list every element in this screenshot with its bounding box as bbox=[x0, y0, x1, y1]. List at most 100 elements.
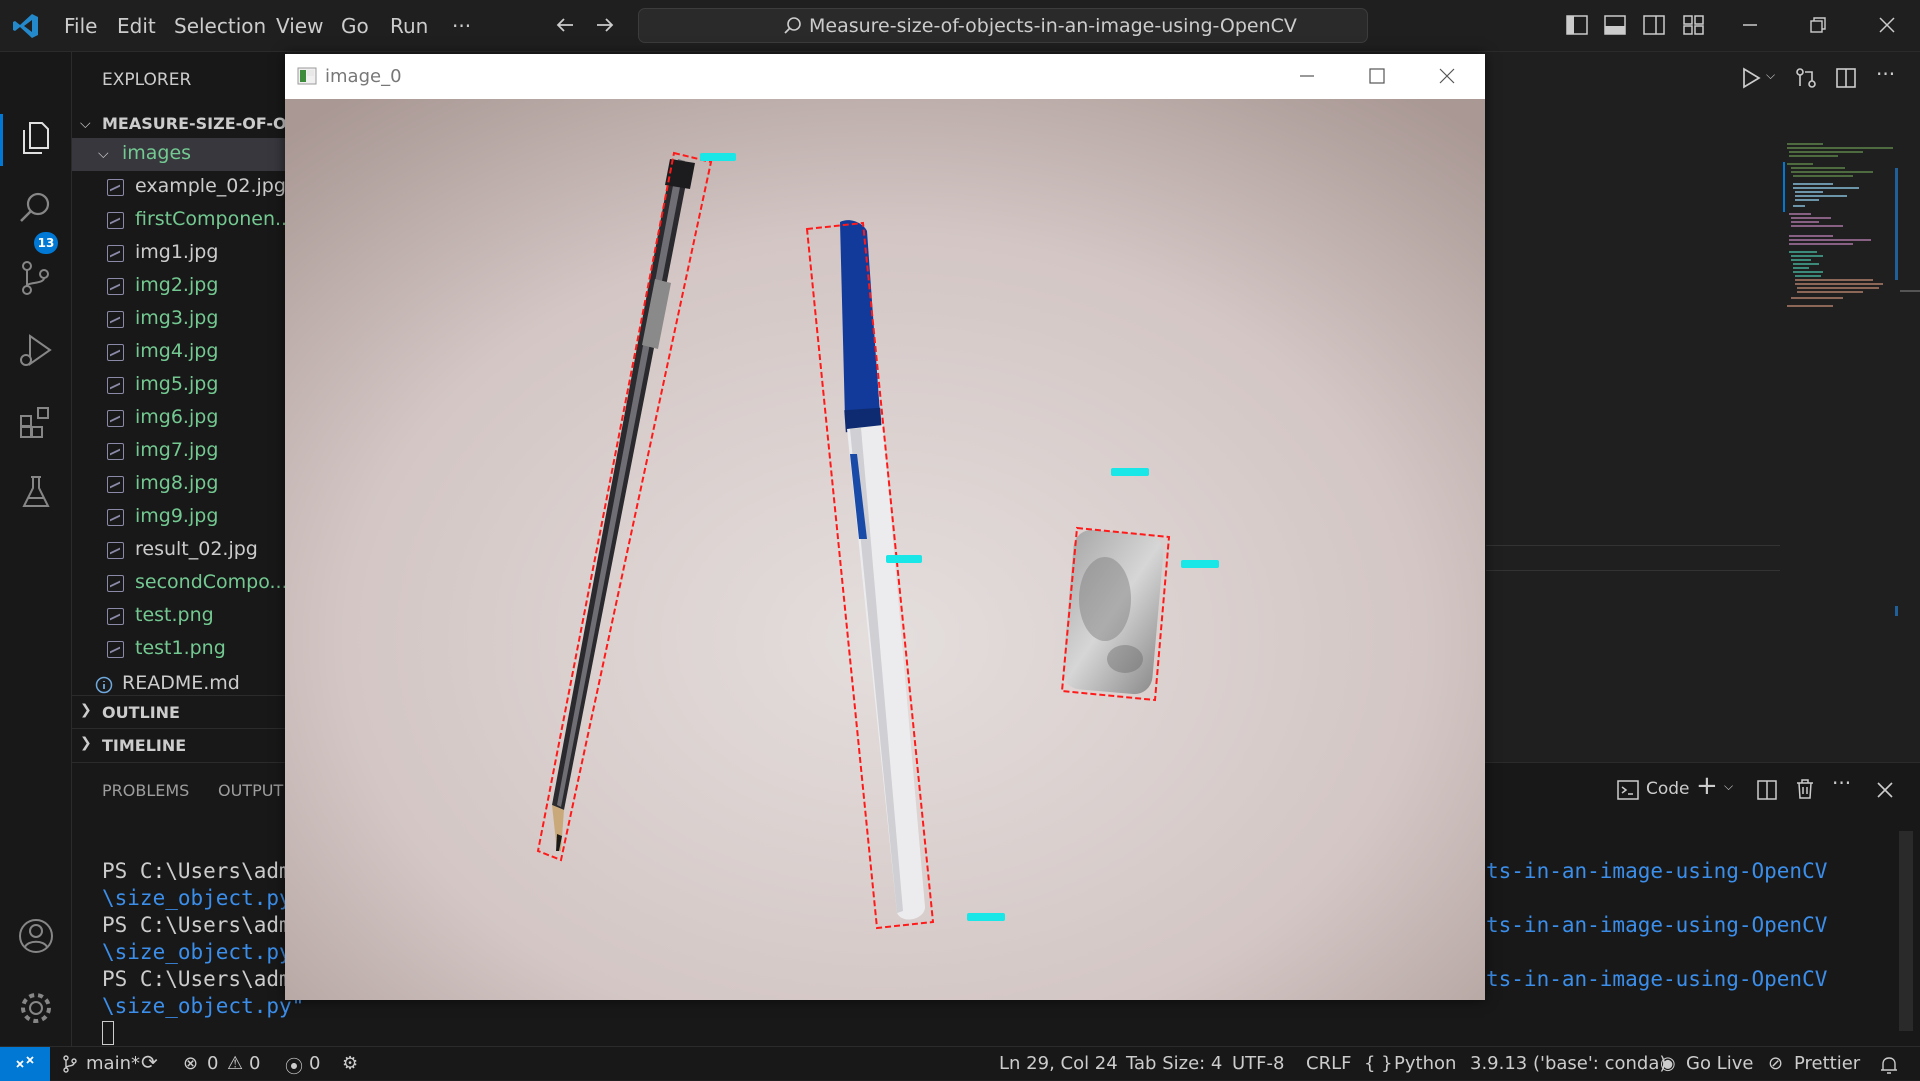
scrollbar-marker bbox=[1895, 606, 1898, 616]
menu-run[interactable]: Run bbox=[390, 14, 428, 38]
run-python-file-icon[interactable] bbox=[1740, 66, 1762, 90]
chevron-down-icon: ⌵ bbox=[80, 116, 91, 132]
cursor-position[interactable]: Ln 29, Col 24 bbox=[999, 1053, 1118, 1074]
trash-icon[interactable] bbox=[1794, 778, 1816, 800]
file-item[interactable]: img1.jpg bbox=[72, 237, 287, 270]
braces-icon: { } bbox=[1364, 1053, 1393, 1074]
toggle-primary-sidebar-icon[interactable] bbox=[1565, 14, 1589, 36]
file-item-label: firstComponen... bbox=[135, 208, 294, 230]
folder-images[interactable]: ⌵ images bbox=[72, 138, 287, 171]
file-item[interactable]: img5.jpg bbox=[72, 369, 287, 402]
line-ending[interactable]: CRLF bbox=[1306, 1053, 1351, 1074]
file-item[interactable]: img7.jpg bbox=[72, 435, 287, 468]
command-center-search[interactable]: Measure-size-of-objects-in-an-image-usin… bbox=[638, 8, 1368, 43]
opencv-image-window[interactable]: image_0 bbox=[285, 54, 1485, 1000]
file-item-label: img8.jpg bbox=[135, 472, 219, 494]
file-item[interactable]: img6.jpg bbox=[72, 402, 287, 435]
back-arrow-icon[interactable] bbox=[554, 14, 576, 36]
menu-more[interactable]: ··· bbox=[452, 14, 471, 38]
chevron-down-icon[interactable]: ⌵ bbox=[1766, 68, 1775, 83]
close-panel-icon[interactable] bbox=[1875, 780, 1895, 800]
file-item[interactable]: img2.jpg bbox=[72, 270, 287, 303]
extensions-icon[interactable] bbox=[16, 402, 56, 442]
file-item[interactable]: result_02.jpg bbox=[72, 534, 287, 567]
warning-count[interactable]: 0 bbox=[249, 1053, 260, 1074]
command-center-text: Measure-size-of-objects-in-an-image-usin… bbox=[809, 15, 1297, 37]
file-item[interactable]: img3.jpg bbox=[72, 303, 287, 336]
workspace-root[interactable]: ⌵ MEASURE-SIZE-OF-OBJ bbox=[72, 108, 305, 141]
search-view-icon[interactable] bbox=[16, 188, 56, 228]
tab-output[interactable]: OUTPUT bbox=[218, 781, 283, 800]
readme-label: README.md bbox=[122, 672, 240, 694]
source-control-icon[interactable] bbox=[16, 258, 56, 298]
more-actions-icon[interactable]: ··· bbox=[1876, 62, 1895, 86]
customize-layout-icon[interactable] bbox=[1682, 14, 1706, 36]
encoding[interactable]: UTF-8 bbox=[1232, 1053, 1284, 1074]
restore-icon[interactable] bbox=[1806, 14, 1830, 36]
menu-edit[interactable]: Edit bbox=[117, 14, 156, 38]
timeline-section[interactable]: ❯ TIMELINE bbox=[72, 728, 287, 761]
toggle-panel-icon[interactable] bbox=[1603, 14, 1627, 36]
menu-view[interactable]: View bbox=[276, 14, 323, 38]
notifications-bell-icon[interactable] bbox=[1880, 1055, 1898, 1075]
close-icon[interactable] bbox=[1437, 66, 1457, 86]
file-item[interactable]: secondCompo... bbox=[72, 567, 288, 600]
open-changes-icon[interactable] bbox=[1794, 66, 1818, 90]
image-file-icon bbox=[107, 179, 124, 196]
split-editor-icon[interactable] bbox=[1834, 66, 1858, 90]
testing-flask-icon[interactable] bbox=[16, 472, 56, 512]
split-terminal-icon[interactable] bbox=[1756, 779, 1778, 801]
minimap[interactable] bbox=[1783, 140, 1898, 315]
file-item[interactable]: test1.png bbox=[72, 633, 287, 666]
terminal-scrollbar[interactable] bbox=[1899, 831, 1913, 1031]
language-mode[interactable]: Python bbox=[1394, 1053, 1456, 1074]
maximize-icon[interactable] bbox=[1367, 66, 1387, 86]
settings-gear-icon[interactable] bbox=[16, 988, 56, 1028]
ports-count[interactable]: 0 bbox=[309, 1053, 320, 1074]
image-file-icon bbox=[107, 542, 124, 559]
file-item-label: img6.jpg bbox=[135, 406, 219, 428]
accounts-icon[interactable] bbox=[16, 916, 56, 956]
menu-selection[interactable]: Selection bbox=[174, 14, 266, 38]
tab-size[interactable]: Tab Size: 4 bbox=[1126, 1053, 1222, 1074]
minimize-icon[interactable] bbox=[1297, 66, 1317, 86]
file-item[interactable]: img4.jpg bbox=[72, 336, 287, 369]
terminal-line: ts-in-an-image-using-OpenCV bbox=[1486, 913, 1828, 937]
more-actions-icon[interactable]: ··· bbox=[1832, 771, 1851, 795]
branch-icon bbox=[63, 1055, 77, 1073]
explorer-icon[interactable] bbox=[16, 118, 56, 158]
file-item[interactable]: example_02.jpg bbox=[72, 171, 287, 204]
outline-section[interactable]: ❯ OUTLINE bbox=[72, 695, 287, 728]
branch-name[interactable]: main* bbox=[86, 1053, 140, 1074]
go-live[interactable]: Go Live bbox=[1686, 1053, 1753, 1074]
close-window-icon[interactable] bbox=[1875, 14, 1899, 36]
divider bbox=[1486, 570, 1780, 571]
forward-arrow-icon[interactable] bbox=[594, 14, 616, 36]
file-item[interactable]: img9.jpg bbox=[72, 501, 287, 534]
sync-icon[interactable]: ⟳ bbox=[141, 1050, 158, 1074]
image-window-titlebar[interactable]: image_0 bbox=[285, 54, 1485, 99]
file-item-label: result_02.jpg bbox=[135, 538, 258, 560]
terminal-line: PS C:\Users\adm bbox=[102, 967, 292, 991]
eraser-object bbox=[1062, 529, 1164, 695]
scrollbar-mark bbox=[1900, 290, 1920, 292]
file-item[interactable]: test.png bbox=[72, 600, 287, 633]
minimize-icon[interactable] bbox=[1738, 14, 1762, 36]
python-interpreter[interactable]: 3.9.13 ('base': conda) bbox=[1470, 1053, 1666, 1074]
error-count[interactable]: 0 bbox=[207, 1053, 218, 1074]
menu-go[interactable]: Go bbox=[341, 14, 369, 38]
prettier[interactable]: Prettier bbox=[1794, 1053, 1860, 1074]
remote-indicator[interactable] bbox=[0, 1047, 50, 1081]
chevron-down-icon[interactable]: ⌵ bbox=[1724, 779, 1733, 794]
menu-file[interactable]: File bbox=[64, 14, 97, 38]
file-item[interactable]: firstComponen... bbox=[72, 204, 293, 237]
error-icon: ⊗ bbox=[183, 1053, 199, 1074]
debug-icon[interactable]: ⚙ bbox=[342, 1053, 358, 1074]
terminal-name[interactable]: Code bbox=[1646, 779, 1690, 799]
run-debug-icon[interactable] bbox=[16, 330, 56, 370]
tab-problems[interactable]: PROBLEMS bbox=[102, 781, 189, 800]
status-bar: main* ⟳ ⊗ 0 ⚠ 0 ⦿ 0 ⚙ Ln 29, Col 24 Tab … bbox=[0, 1046, 1920, 1081]
file-item[interactable]: img8.jpg bbox=[72, 468, 287, 501]
toggle-secondary-sidebar-icon[interactable] bbox=[1642, 14, 1666, 36]
new-terminal-icon[interactable]: + bbox=[1696, 771, 1718, 801]
